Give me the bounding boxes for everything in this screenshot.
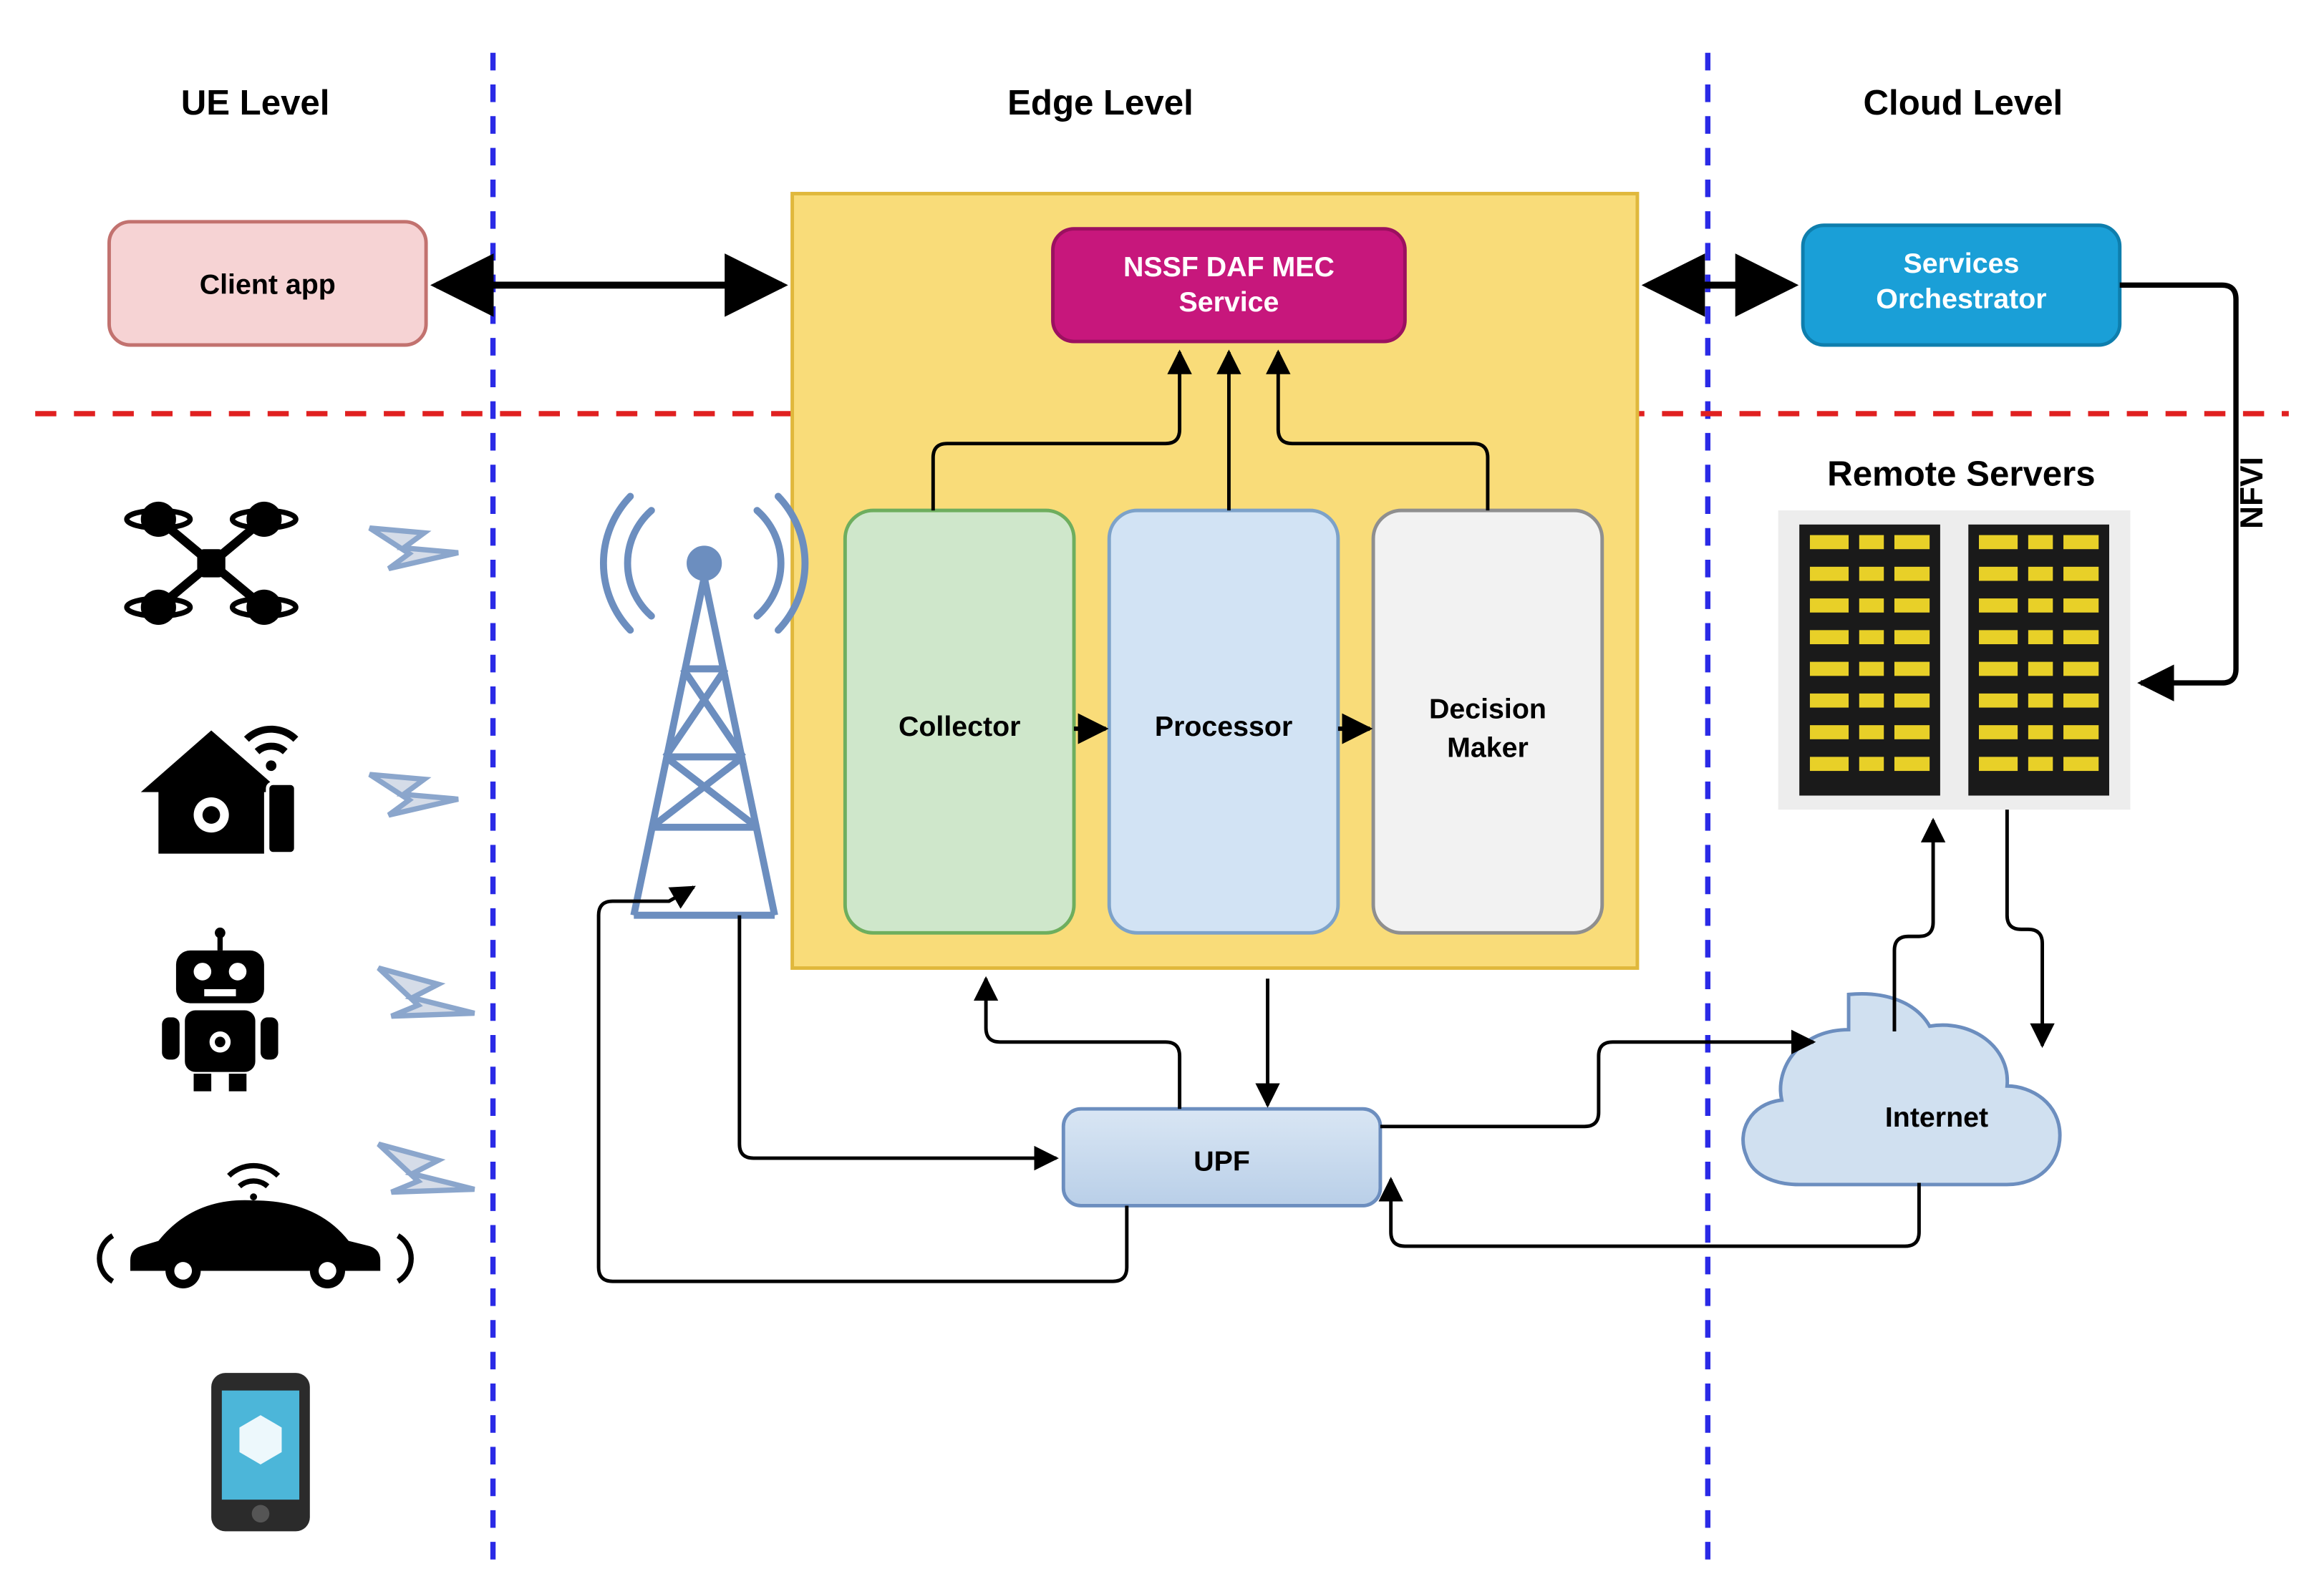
edge-level-title: Edge Level [1007,83,1194,122]
arrow-upf-internet [1380,1042,1814,1127]
client-app-node: Client app [109,222,426,345]
nssf-service-label-2: Service [1178,286,1279,318]
upf-label: UPF [1194,1145,1250,1177]
processor-node: Processor [1109,510,1338,933]
internet-label: Internet [1885,1102,1988,1133]
drone-icon [127,502,296,625]
smartphone-icon [211,1373,310,1531]
nssf-service-node: NSSF DAF MEC Service NSSF DAF MEC Servic… [1053,229,1405,341]
arrow-servers-internet [2007,810,2042,1046]
orchestrator-label-2: Orchestrator [1876,283,2046,314]
arrow-upf-edge-up [986,978,1179,1109]
arrow-orchestrator-servers [2120,285,2236,683]
internet-node: Internet [1743,993,2061,1185]
nssf-service-label-1: NSSF DAF MEC [1123,251,1335,283]
services-orchestrator-node: Services Orchestrator Services Orchestra… [1803,225,2120,345]
cloud-level-title: Cloud Level [1864,83,2063,122]
collector-label: Collector [899,711,1020,742]
processor-label: Processor [1155,711,1292,742]
collector-node: Collector [845,510,1074,933]
server-rack-icon [1778,510,2131,810]
ue-level-title: UE Level [181,83,330,122]
cell-tower-icon [604,496,805,915]
wireless-signal-icon [361,954,478,1051]
decision-maker-node: Decision Maker Decision Maker [1373,510,1602,933]
decision-maker-label-2: Maker [1447,732,1529,763]
wireless-signal-icon [359,762,460,836]
nfvi-label: NFVI [2235,457,2270,529]
remote-servers-title: Remote Servers [1827,455,2095,494]
ue-devices [100,502,478,1532]
architecture-diagram: UE Level Edge Level Cloud Level Client a… [0,0,2324,1584]
robot-icon [162,928,278,1092]
arrow-internet-upf [1391,1180,1919,1246]
orchestrator-label-1: Services [1904,248,2020,279]
smart-home-icon [141,729,296,854]
decision-maker-label-1: Decision [1429,693,1546,724]
connected-car-icon [100,1166,411,1288]
client-app-label: Client app [200,269,336,301]
upf-node: UPF [1063,1109,1380,1205]
wireless-signal-icon [359,515,460,589]
wireless-signal-icon [361,1130,478,1228]
